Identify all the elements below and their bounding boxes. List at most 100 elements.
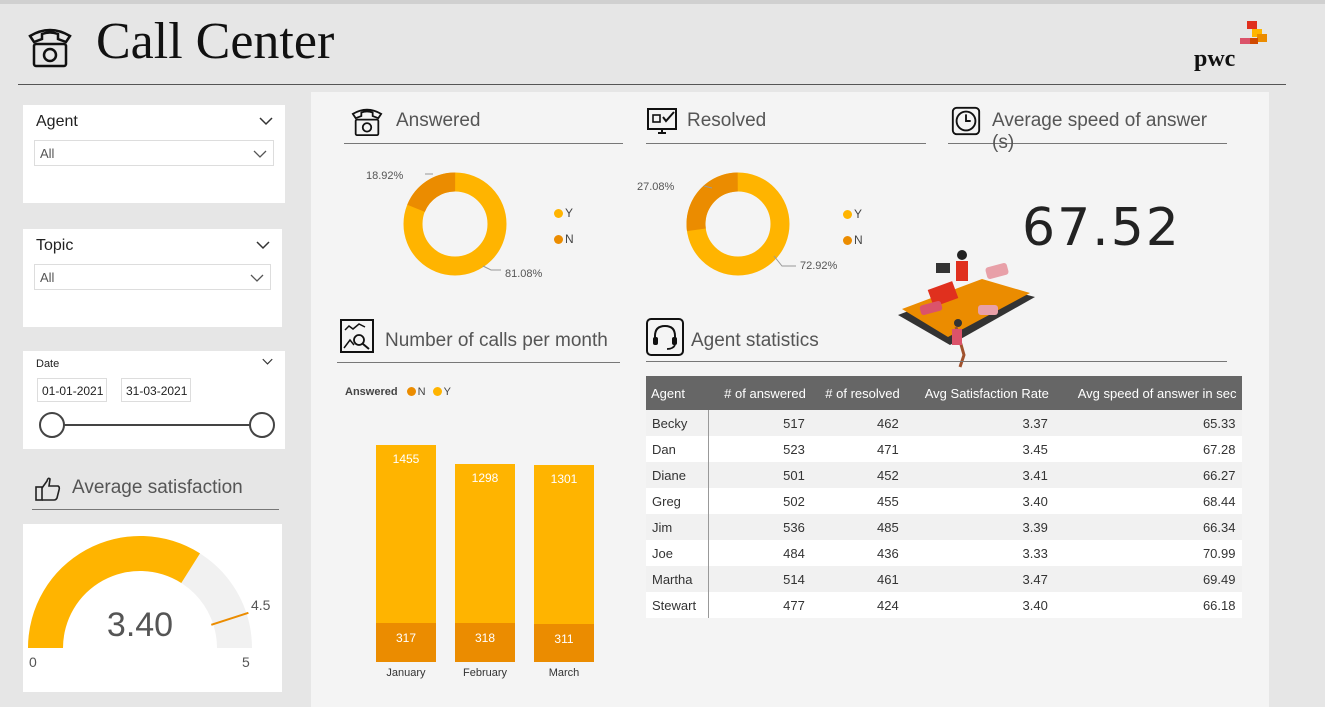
agent-slicer: Agent All bbox=[23, 105, 285, 203]
column-header-answered[interactable]: # of answered bbox=[708, 376, 811, 410]
table-cell: 66.27 bbox=[1053, 462, 1242, 488]
avg-satisfaction-header: Average satisfaction bbox=[32, 470, 279, 510]
agent-dropdown[interactable]: All bbox=[34, 140, 274, 166]
bar-y-january[interactable] bbox=[376, 445, 436, 624]
chevron-down-icon[interactable] bbox=[259, 114, 273, 128]
table-cell: 517 bbox=[708, 410, 811, 436]
calls-bar-chart: 1455 317 January 1298 318 February 1301 311 Marc… bbox=[340, 400, 620, 690]
calls-legend: Answered N Y bbox=[345, 386, 451, 398]
column-header-speed[interactable]: Avg speed of answer in sec bbox=[1053, 376, 1242, 410]
calls-legend-title: Answered bbox=[345, 386, 398, 398]
bar-label-n: 317 bbox=[395, 631, 417, 646]
bar-y-february[interactable] bbox=[455, 464, 515, 624]
table-cell: 501 bbox=[708, 462, 811, 488]
resolved-title: Resolved bbox=[687, 110, 767, 131]
column-header-resolved[interactable]: # of resolved bbox=[810, 376, 905, 410]
table-cell: 3.39 bbox=[904, 514, 1054, 540]
resolved-legend-y: Y bbox=[843, 207, 862, 221]
page-title: Call Center bbox=[96, 13, 335, 70]
date-slicer-label: Date bbox=[36, 358, 60, 370]
answered-pct-n: 18.92% bbox=[366, 170, 404, 182]
topic-slicer: Topic All bbox=[23, 229, 282, 327]
calls-legend-y: Y bbox=[443, 386, 451, 398]
logo-text: pwc bbox=[1194, 46, 1236, 72]
table-cell: Jim bbox=[646, 514, 710, 540]
table-cell: 436 bbox=[810, 540, 905, 566]
table-cell: 523 bbox=[708, 436, 811, 462]
pwc-logo: pwc bbox=[1190, 18, 1270, 74]
table-cell: 3.40 bbox=[904, 488, 1054, 514]
table-cell: 68.44 bbox=[1053, 488, 1242, 514]
table-cell: Dan bbox=[646, 436, 710, 462]
chevron-down-icon[interactable] bbox=[256, 238, 270, 252]
table-cell: Stewart bbox=[646, 592, 710, 618]
report-header: Call Center bbox=[18, 4, 1286, 85]
gauge-value: 3.40 bbox=[106, 606, 174, 644]
agent-stats-section-header: Agent statistics bbox=[646, 316, 1227, 362]
table-cell: 502 bbox=[708, 488, 811, 514]
date-to-input[interactable]: 31-03-2021 bbox=[121, 378, 192, 402]
date-slicer: Date 01-01-2021 31-03-2021 bbox=[23, 351, 285, 449]
topic-slicer-label: Topic bbox=[36, 237, 74, 254]
table-cell: 536 bbox=[708, 514, 811, 540]
table-cell: 461 bbox=[810, 566, 905, 592]
bar-label-n: 311 bbox=[554, 631, 574, 646]
telephone-icon bbox=[351, 108, 383, 137]
bar-label-n: 318 bbox=[474, 631, 496, 646]
column-header-agent[interactable]: Agent bbox=[646, 376, 709, 410]
gauge-target-label: 4.5 bbox=[251, 597, 271, 613]
agent-dropdown-value: All bbox=[40, 146, 55, 161]
calls-title: Number of calls per month bbox=[385, 330, 608, 351]
date-range-end-handle[interactable] bbox=[249, 412, 275, 438]
table-cell: 455 bbox=[810, 488, 905, 514]
topic-dropdown[interactable]: All bbox=[34, 264, 271, 290]
column-header-satisfaction[interactable]: Avg Satisfaction Rate bbox=[904, 376, 1054, 410]
table-cell: 70.99 bbox=[1053, 540, 1242, 566]
table-row: Becky 517 462 3.37 65.33 bbox=[646, 410, 1242, 436]
answered-pct-y: 81.08% bbox=[505, 268, 543, 280]
gauge-max-label: 5 bbox=[242, 654, 250, 670]
answered-legend-y: Y bbox=[554, 206, 573, 220]
table-cell: 3.33 bbox=[904, 540, 1054, 566]
resolved-donut-chart bbox=[686, 172, 796, 276]
agent-slicer-label: Agent bbox=[36, 113, 78, 130]
logo-mark bbox=[1240, 21, 1267, 44]
table-cell: 67.28 bbox=[1053, 436, 1242, 462]
x-axis-tick-label: March bbox=[548, 667, 580, 679]
bar-label-y: 1298 bbox=[471, 471, 499, 486]
bar-label-y: 1455 bbox=[392, 452, 420, 467]
date-from-input[interactable]: 01-01-2021 bbox=[37, 378, 108, 402]
avg-satisfaction-title: Average satisfaction bbox=[72, 477, 243, 498]
thumbs-up-icon bbox=[35, 477, 61, 501]
speed-section-header: Average speed of answer (s) bbox=[948, 102, 1227, 153]
answered-legend-n: N bbox=[554, 232, 574, 246]
table-cell: 452 bbox=[810, 462, 905, 488]
speed-title: Average speed of answer (s) bbox=[992, 110, 1208, 153]
table-cell: 514 bbox=[708, 566, 811, 592]
chevron-down-icon bbox=[253, 150, 267, 158]
resolved-pct-y: 72.92% bbox=[800, 260, 838, 272]
avg-speed-value: 67.52 bbox=[1022, 198, 1181, 258]
agent-stats-title: Agent statistics bbox=[691, 330, 819, 351]
table-row: Dan 523 471 3.45 67.28 bbox=[646, 436, 1242, 462]
table-cell: 3.45 bbox=[904, 436, 1054, 462]
topic-dropdown-value: All bbox=[40, 270, 55, 285]
table-cell: 424 bbox=[810, 592, 905, 618]
calls-legend-n: N bbox=[417, 386, 426, 398]
date-range-start-handle[interactable] bbox=[39, 412, 65, 438]
resolved-pct-n: 27.08% bbox=[637, 181, 675, 193]
chevron-down-icon[interactable] bbox=[262, 356, 273, 367]
date-range-track bbox=[51, 424, 265, 426]
table-cell: 3.41 bbox=[904, 462, 1054, 488]
table-cell: 462 bbox=[810, 410, 905, 436]
table-row: Martha 514 461 3.47 69.49 bbox=[646, 566, 1242, 592]
chart-magnifier-icon bbox=[340, 319, 374, 353]
table-row: Stewart 477 424 3.40 66.18 bbox=[646, 592, 1242, 618]
resolved-legend-n: N bbox=[843, 233, 863, 247]
headset-icon bbox=[646, 318, 684, 356]
table-cell: Diane bbox=[646, 462, 710, 488]
bar-y-march[interactable] bbox=[534, 464, 594, 624]
table-cell: Joe bbox=[646, 540, 710, 566]
resolved-section-header: Resolved bbox=[646, 102, 926, 144]
table-cell: 65.33 bbox=[1053, 410, 1242, 436]
